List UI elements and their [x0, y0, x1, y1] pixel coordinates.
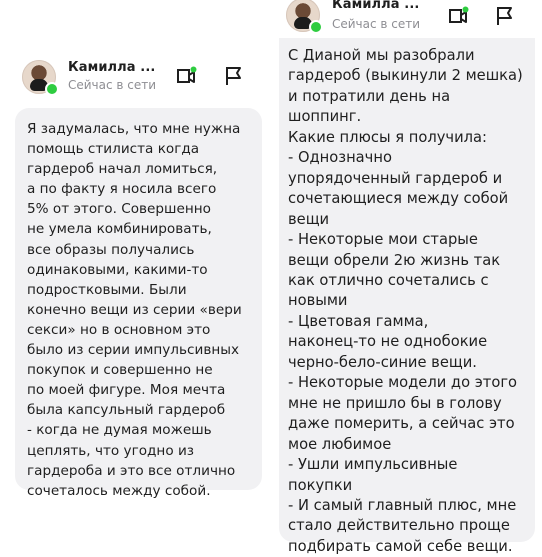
online-status-dot: [45, 82, 59, 96]
right-chat-panel: Камилла ... Сейчас в сети С Дианой мы ра…: [271, 0, 542, 555]
video-call-icon-glyph: [449, 6, 469, 23]
contact-name[interactable]: Камилла ...: [332, 0, 419, 12]
message-text: С Дианой мы разобрали гардероб (выкинули…: [288, 47, 523, 555]
chat-header: Камилла ... Сейчас в сети: [0, 57, 271, 101]
video-call-icon[interactable]: [446, 4, 470, 28]
message-bubble: Я задумалась, что мне нужна помощь стили…: [15, 108, 262, 499]
contact-name[interactable]: Камилла ...: [68, 60, 155, 75]
flag-icon[interactable]: [493, 4, 517, 28]
avatar[interactable]: [286, 0, 323, 34]
online-status-dot: [309, 20, 323, 34]
flag-icon[interactable]: [222, 64, 246, 88]
message-text: Я задумалась, что мне нужна помощь стили…: [27, 121, 242, 499]
video-call-icon[interactable]: [174, 64, 198, 88]
video-call-icon-glyph: [177, 66, 197, 83]
avatar[interactable]: [22, 60, 59, 96]
online-status-text: Сейчас в сети: [332, 17, 421, 31]
left-chat-panel: Камилла ... Сейчас в сети Я задумалась, …: [0, 0, 271, 542]
online-status-text: Сейчас в сети: [68, 78, 157, 92]
message-bubble: С Дианой мы разобрали гардероб (выкинули…: [279, 38, 535, 555]
flag-icon-glyph: [226, 67, 241, 85]
flag-icon-glyph: [497, 7, 512, 25]
